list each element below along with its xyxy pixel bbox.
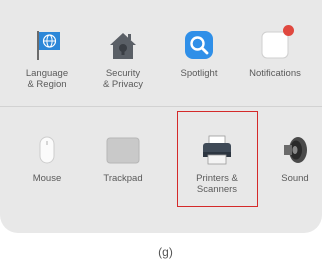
figure-caption: (g)	[158, 245, 173, 259]
pane-label: Mouse	[32, 173, 62, 184]
pane-notifications[interactable]: Notifications	[236, 25, 314, 79]
pane-label: Trackpad	[103, 173, 143, 184]
pane-trackpad[interactable]: Trackpad	[84, 133, 162, 184]
row-divider	[0, 106, 322, 107]
pane-label: Sound	[281, 173, 309, 184]
pane-sound[interactable]: Sound	[256, 133, 322, 184]
pane-label: Spotlight	[180, 68, 218, 79]
pane-label: Security & Privacy	[102, 68, 144, 90]
trackpad-icon	[106, 133, 140, 167]
spotlight-icon	[182, 28, 216, 62]
house-lock-icon	[106, 28, 140, 62]
highlight-box	[177, 111, 258, 207]
pane-spotlight[interactable]: Spotlight	[160, 28, 238, 79]
speaker-icon	[278, 133, 312, 167]
pane-label: Language & Region	[25, 68, 69, 90]
pane-label: Notifications	[249, 68, 301, 79]
pane-language-region[interactable]: Language & Region	[8, 28, 86, 90]
system-preferences-panel: Language & Region Security & Privacy Spo…	[0, 0, 322, 233]
flag-icon	[30, 28, 64, 62]
pane-security-privacy[interactable]: Security & Privacy	[84, 28, 162, 90]
notification-badge	[283, 25, 294, 36]
pane-mouse[interactable]: Mouse	[8, 133, 86, 184]
notifications-icon	[258, 25, 294, 62]
mouse-icon	[30, 133, 64, 167]
